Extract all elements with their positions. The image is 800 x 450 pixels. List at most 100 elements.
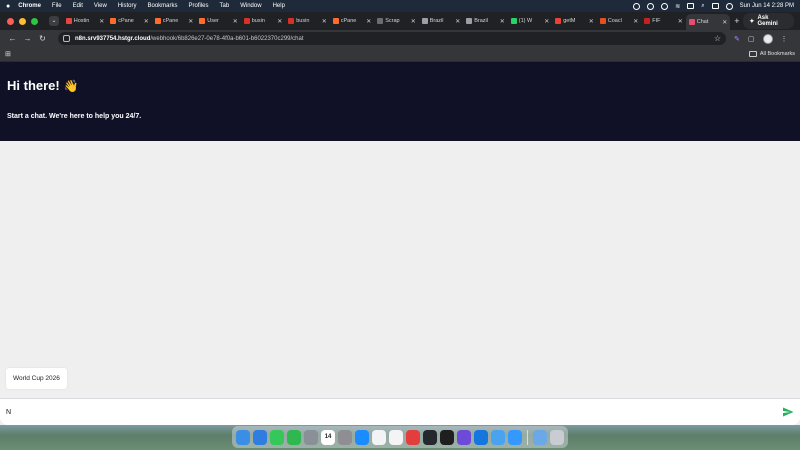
vpn-status-icon[interactable]: [661, 2, 669, 10]
tab-close-icon[interactable]: ✕: [633, 18, 638, 25]
record-icon[interactable]: [633, 2, 641, 10]
status-menus: ≋ ⌕ Sun Jun 14 2:28 PM: [633, 2, 794, 10]
safari-icon[interactable]: [253, 429, 268, 445]
browser-tab[interactable]: (1) W ✕: [508, 14, 553, 28]
message-input[interactable]: [6, 408, 782, 416]
menu-view[interactable]: View: [94, 3, 107, 9]
tab-favicon-icon: [332, 18, 339, 24]
menu-file[interactable]: File: [52, 3, 62, 9]
dock-separator: [527, 429, 528, 445]
messages-icon[interactable]: [270, 429, 285, 445]
menu-tab[interactable]: Tab: [220, 3, 230, 9]
tab-close-icon[interactable]: ✕: [455, 18, 460, 25]
browser-tab[interactable]: Brazil ✕: [463, 14, 508, 28]
chat-page: Hi there! 👋 Start a chat. We're here to …: [0, 62, 800, 425]
siri-icon[interactable]: [725, 2, 733, 10]
apple-menu-icon[interactable]: ●: [6, 3, 10, 10]
browser-tab[interactable]: Coacl ✕: [597, 14, 642, 28]
chrome-menu-icon[interactable]: ⋮: [781, 35, 788, 43]
menu-profiles[interactable]: Profiles: [189, 3, 209, 9]
profile-avatar[interactable]: [762, 33, 773, 44]
tab-close-icon[interactable]: ✕: [277, 18, 282, 25]
new-tab-button[interactable]: +: [730, 16, 743, 26]
browser-tab[interactable]: cPane ✕: [152, 14, 197, 28]
tab-favicon-icon: [466, 18, 473, 24]
pen-icon[interactable]: [406, 429, 421, 445]
tab-close-icon[interactable]: ✕: [589, 18, 594, 25]
tab-close-icon[interactable]: ✕: [144, 18, 149, 25]
tab-close-icon[interactable]: ✕: [366, 18, 371, 25]
menu-edit[interactable]: Edit: [73, 3, 83, 9]
reload-button[interactable]: ↻: [35, 34, 50, 43]
menu-bookmarks[interactable]: Bookmarks: [148, 3, 178, 9]
ask-gemini-button[interactable]: ✦ Ask Gemini: [743, 13, 795, 29]
battery-icon[interactable]: [687, 3, 695, 9]
tab-close-icon[interactable]: ✕: [544, 18, 549, 25]
tab-close-icon[interactable]: ✕: [188, 18, 193, 25]
extensions-icon[interactable]: ▢: [748, 35, 755, 43]
vpn-icon[interactable]: [508, 429, 523, 445]
address-bar[interactable]: n8n.srv937754.hstgr.cloud/webhook/6b826e…: [58, 32, 726, 45]
send-icon[interactable]: [782, 406, 794, 418]
control-center-icon[interactable]: [711, 3, 719, 9]
tab-favicon-icon: [555, 18, 562, 24]
bookmark-star-icon[interactable]: ☆: [714, 34, 721, 43]
wifi-icon[interactable]: ≋: [675, 3, 680, 10]
close-window-button[interactable]: [7, 17, 14, 25]
browser-tab[interactable]: cPane ✕: [330, 14, 375, 28]
browser-tab[interactable]: busin ✕: [285, 14, 330, 28]
tab-search-chevron-icon[interactable]: ⌄: [49, 16, 59, 26]
browser-tab[interactable]: FIF ✕: [641, 14, 686, 28]
xcode-icon[interactable]: [474, 429, 489, 445]
minimize-window-button[interactable]: [19, 17, 26, 25]
browser-tab[interactable]: Scrap ✕: [374, 14, 419, 28]
tab-close-icon[interactable]: ✕: [411, 18, 416, 25]
extension-pen-icon[interactable]: ✎: [734, 35, 740, 43]
menu-history[interactable]: History: [118, 3, 137, 9]
browser-tab[interactable]: cPane ✕: [107, 14, 152, 28]
tab-close-icon[interactable]: ✕: [322, 18, 327, 25]
facetime-icon[interactable]: [287, 429, 302, 445]
settings-icon[interactable]: [338, 429, 353, 445]
browser-tab[interactable]: User ✕: [196, 14, 241, 28]
trash-icon[interactable]: [549, 429, 564, 445]
menu-help[interactable]: Help: [273, 3, 285, 9]
tab-close-icon[interactable]: ✕: [678, 18, 683, 25]
chrome-icon[interactable]: [372, 429, 387, 445]
forward-button[interactable]: →: [20, 34, 35, 43]
screen-icon[interactable]: [491, 429, 506, 445]
browser-tab[interactable]: getM ✕: [552, 14, 597, 28]
tab-close-icon[interactable]: ✕: [722, 19, 727, 26]
tab-close-icon[interactable]: ✕: [233, 18, 238, 25]
browser-tab[interactable]: busin ✕: [241, 14, 286, 28]
cursor-icon[interactable]: [440, 429, 455, 445]
finder-icon[interactable]: [236, 429, 251, 445]
browser-tab[interactable]: Chat ✕: [685, 14, 731, 30]
all-bookmarks-button[interactable]: All Bookmarks: [748, 51, 795, 57]
browser-tab[interactable]: Hostin ✕: [63, 14, 108, 28]
github-icon[interactable]: [423, 429, 438, 445]
tab-label: busin: [296, 18, 310, 24]
menu-app-name[interactable]: Chrome: [18, 3, 41, 9]
applications-folder-icon[interactable]: [532, 429, 547, 445]
fullscreen-window-button[interactable]: [31, 17, 38, 25]
app-store-icon[interactable]: [355, 429, 370, 445]
search-icon[interactable]: ⌕: [701, 3, 704, 10]
tab-close-icon[interactable]: ✕: [99, 18, 104, 25]
launchpad-icon[interactable]: [304, 429, 319, 445]
suggestion-chip[interactable]: World Cup 2026: [6, 368, 67, 389]
tab-favicon-icon: [377, 18, 384, 24]
calendar-icon[interactable]: 14: [321, 429, 336, 445]
tab-close-icon[interactable]: ✕: [500, 18, 505, 25]
back-button[interactable]: ←: [5, 34, 20, 43]
apps-grid-icon[interactable]: ⊞: [5, 50, 11, 58]
textedit-icon[interactable]: [389, 429, 404, 445]
browser-tab[interactable]: Brazil ✕: [419, 14, 464, 28]
menubar-datetime[interactable]: Sun Jun 14 2:28 PM: [740, 3, 794, 9]
tab-label: cPane: [340, 18, 357, 24]
menu-window[interactable]: Window: [240, 3, 261, 9]
status-app-icon[interactable]: [647, 2, 655, 10]
app-icon[interactable]: [457, 429, 472, 445]
site-info-icon[interactable]: [63, 35, 70, 42]
url-host: n8n.srv937754.hstgr.cloud: [75, 35, 151, 42]
